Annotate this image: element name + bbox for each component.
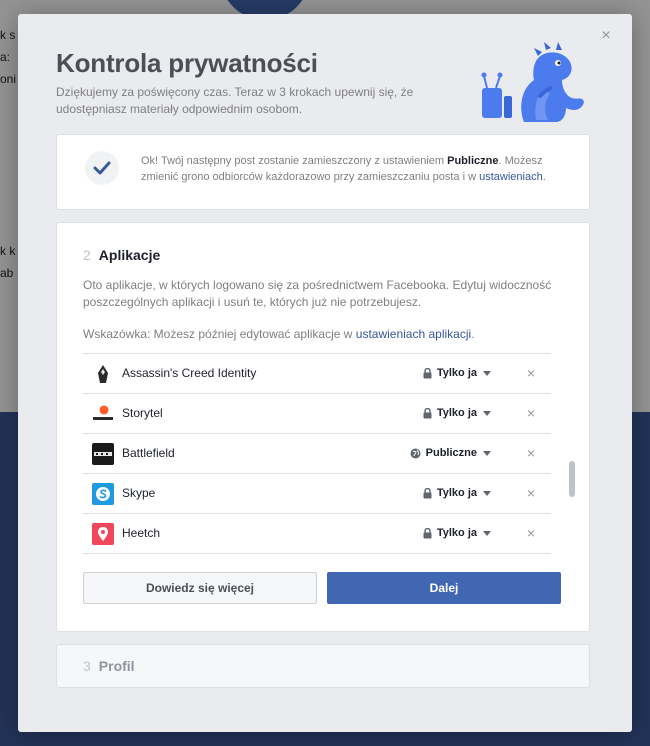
apps-description: Oto aplikacje, w których logowano się za…	[83, 278, 552, 309]
audience-label: Tylko ja	[436, 407, 477, 419]
audience-label: Tylko ja	[436, 367, 477, 379]
step-number: 2	[83, 247, 91, 263]
app-name: Heetch	[122, 526, 161, 540]
learn-more-button[interactable]: Dowiedz się więcej	[83, 572, 317, 604]
chevron-down-icon	[483, 370, 491, 376]
lock-icon	[423, 527, 432, 538]
audience-label: Publiczne	[425, 447, 477, 459]
heetch-icon	[92, 523, 114, 545]
profile-step-card[interactable]: 3 Profil	[56, 644, 590, 688]
settings-link[interactable]: ustawieniach	[479, 171, 543, 183]
apps-tip: Wskazówka: Możesz później edytować aplik…	[83, 326, 563, 343]
app-name: Storytel	[122, 406, 163, 420]
remove-app-button[interactable]: ×	[527, 405, 535, 421]
privacy-dinosaur-illustration	[481, 42, 584, 122]
remove-app-button[interactable]: ×	[527, 445, 535, 461]
globe-icon	[410, 448, 421, 458]
lock-icon	[423, 367, 432, 378]
app-settings-link[interactable]: ustawieniach aplikacji	[356, 327, 471, 341]
audience-label: Tylko ja	[436, 527, 477, 539]
dialog-subtitle: Dziękujemy za poświęcony czas. Teraz w 3…	[56, 85, 414, 116]
app-name: Battlefield	[122, 446, 175, 460]
lock-icon	[423, 407, 432, 418]
chevron-down-icon	[483, 450, 491, 456]
close-button[interactable]: ×	[598, 28, 614, 44]
audience-selector[interactable]: Publiczne	[410, 447, 491, 459]
step-title: Profil	[98, 658, 135, 674]
step-header: 3 Profil	[83, 658, 135, 674]
privacy-checkup-dialog: × Kontrola prywatności Dziękujemy za poś…	[18, 14, 632, 732]
app-row: Storytel Tylko ja ×	[83, 394, 551, 434]
confirmation-card: Ok! Twój następny post zostanie zamieszc…	[56, 134, 590, 210]
chevron-down-icon	[483, 410, 491, 416]
audience-setting-name: Publiczne	[447, 155, 499, 167]
storytel-icon	[92, 403, 114, 425]
battlefield-icon	[92, 443, 114, 465]
app-row: Battlefield Publiczne ×	[83, 434, 551, 474]
audience-selector[interactable]: Tylko ja	[423, 407, 491, 419]
next-button[interactable]: Dalej	[327, 572, 561, 604]
app-list[interactable]: Assassin's Creed Identity Tylko ja × Sto…	[83, 353, 551, 554]
app-list-scrollbar[interactable]	[569, 461, 575, 497]
step-header: 2 Aplikacje	[83, 247, 160, 263]
audience-selector[interactable]: Tylko ja	[423, 527, 491, 539]
app-row: Assassin's Creed Identity Tylko ja ×	[83, 354, 551, 394]
chevron-down-icon	[483, 530, 491, 536]
skype-icon	[92, 483, 114, 505]
remove-app-button[interactable]: ×	[527, 485, 535, 501]
app-row: Skype Tylko ja ×	[83, 474, 551, 514]
confirmation-text-part: Ok! Twój następny post zostanie zamieszc…	[141, 155, 448, 167]
apps-step-card: 2 Aplikacje Oto aplikacje, w których logo…	[56, 222, 590, 632]
app-name: Assassin's Creed Identity	[122, 366, 257, 380]
audience-label: Tylko ja	[436, 487, 477, 499]
remove-app-button[interactable]: ×	[527, 525, 535, 541]
tip-text: .	[471, 327, 475, 341]
tip-text: Wskazówka: Możesz później edytować aplik…	[83, 327, 356, 341]
chevron-down-icon	[483, 490, 491, 496]
lock-icon	[423, 487, 432, 498]
assassins-creed-icon	[92, 363, 114, 385]
checkmark-icon	[85, 151, 119, 185]
audience-selector[interactable]: Tylko ja	[423, 367, 491, 379]
app-name: Skype	[122, 486, 156, 500]
remove-app-button[interactable]: ×	[527, 365, 535, 381]
dialog-title: Kontrola prywatności	[56, 48, 318, 78]
confirmation-text-part: .	[542, 171, 546, 183]
audience-selector[interactable]: Tylko ja	[423, 487, 491, 499]
step-title: Aplikacje	[98, 247, 161, 263]
confirmation-text: Ok! Twój następny post zostanie zamieszc…	[141, 153, 561, 185]
app-row: Heetch Tylko ja ×	[83, 514, 551, 554]
step-number: 3	[83, 658, 91, 674]
